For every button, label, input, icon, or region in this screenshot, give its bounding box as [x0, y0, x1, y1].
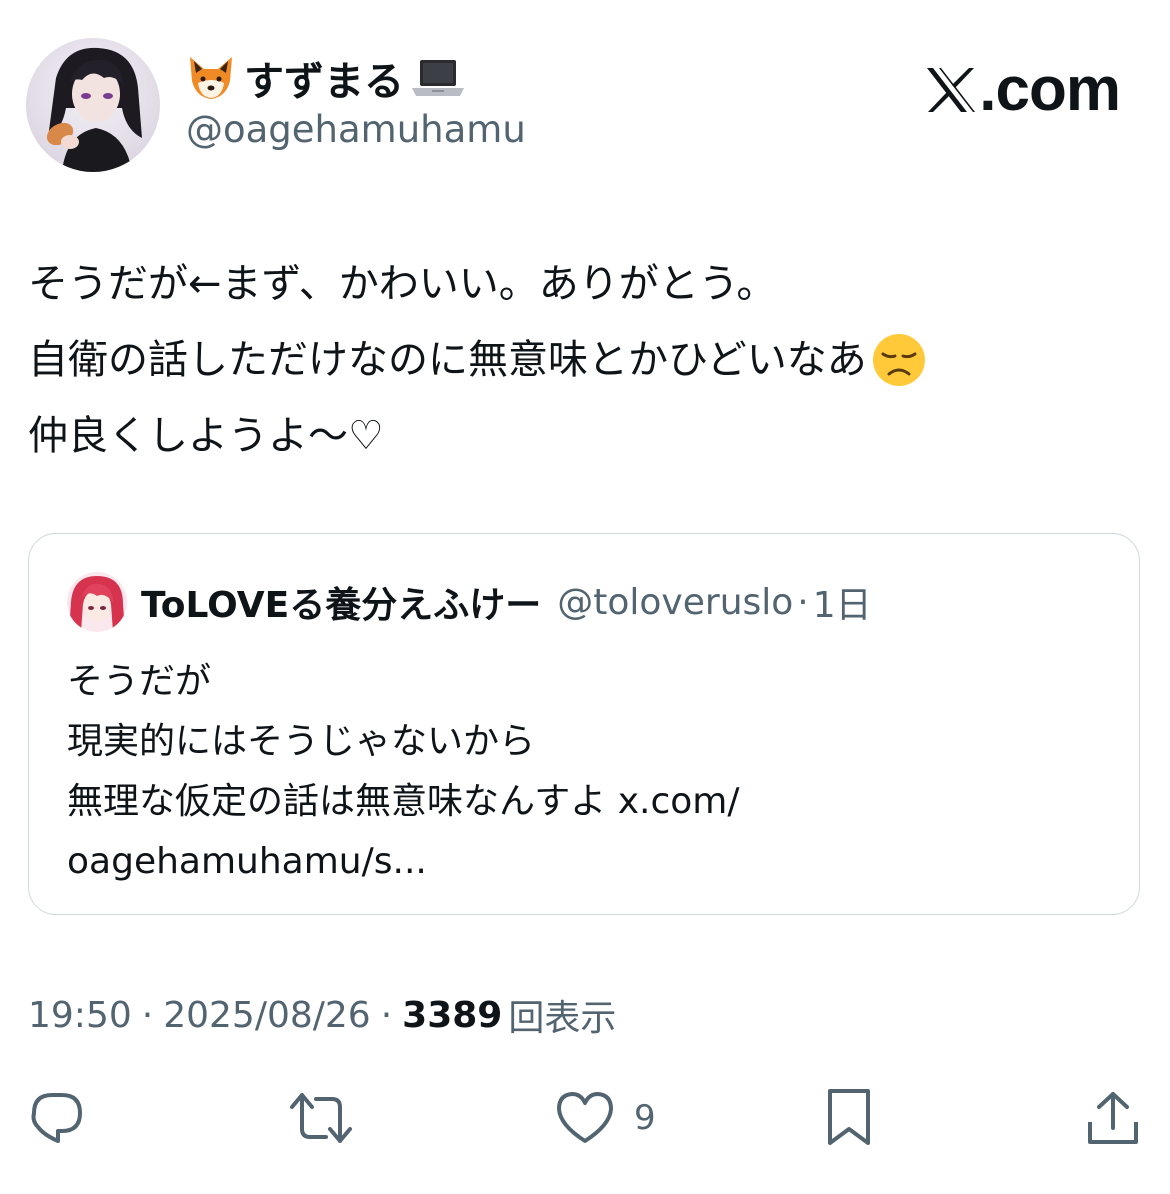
views-label: 回表示 [508, 998, 617, 1039]
quoted-author-avatar[interactable] [67, 572, 127, 632]
reply-icon [31, 1093, 82, 1143]
laptop-emoji-icon [410, 58, 466, 98]
like-button[interactable]: 9 [554, 1086, 656, 1150]
quoted-tweet-body: そうだが 現実的にはそうじゃないから 無理な仮定の話は無意味なんすよ x.com… [67, 652, 740, 892]
author-handle[interactable]: @oagehamuhamu [186, 108, 526, 151]
meta-separator: · [141, 994, 154, 1036]
like-icon [557, 1092, 613, 1143]
share-icon [1088, 1092, 1138, 1144]
action-bar: 9 [0, 1086, 1170, 1150]
share-button[interactable] [1084, 1086, 1142, 1150]
tweet-line: 自衛の話しただけなのに無意味とかひどいなあ [28, 322, 1138, 398]
tweet-line-text: 自衛の話しただけなのに無意味とかひどいなあ [28, 337, 867, 383]
bookmark-icon [828, 1089, 870, 1145]
author-avatar[interactable] [26, 38, 160, 172]
retweet-button[interactable] [288, 1086, 354, 1150]
quoted-separator: · [797, 581, 809, 623]
quoted-line: oagehamuhamu/s... [67, 841, 427, 882]
meta-separator: · [380, 994, 393, 1036]
disappointed-face-emoji-icon [871, 332, 927, 388]
author-display-name[interactable]: すずまる [186, 50, 466, 106]
quoted-line: 無理な仮定の話は無意味なんすよ x.com/ [67, 781, 740, 822]
quoted-tweet-card[interactable]: ToLOVEる養分えふけー @toloveruslo · 1日 そうだが 現実的… [28, 533, 1140, 915]
tweet-line: そうだが←まず、かわいい。ありがとう。 [28, 261, 777, 307]
quoted-time[interactable]: 1日 [813, 576, 872, 628]
brand-text: .com [979, 55, 1121, 124]
display-name-text: すずまる [244, 59, 404, 105]
bookmark-button[interactable] [824, 1086, 874, 1150]
quoted-author-handle[interactable]: @toloveruslo [557, 582, 793, 623]
tweet-time[interactable]: 19:50 [28, 995, 132, 1036]
quoted-line: そうだが [67, 661, 212, 702]
quoted-line: 現実的にはそうじゃないから [67, 721, 536, 762]
tweet-meta: 19:50 · 2025/08/26 · 3389 回表示 [28, 990, 616, 1040]
tweet-date[interactable]: 2025/08/26 [163, 995, 371, 1036]
tweet-line: 仲良くしようよ〜♡ [28, 413, 384, 459]
views-count[interactable]: 3389 [402, 995, 502, 1036]
reply-button[interactable] [28, 1086, 86, 1150]
x-com-brand: .com [925, 54, 1121, 125]
quoted-tweet-header: ToLOVEる養分えふけー @toloveruslo · 1日 [67, 572, 872, 632]
retweet-icon [290, 1093, 352, 1143]
quoted-author-name[interactable]: ToLOVEる養分えふけー [141, 576, 541, 628]
fox-emoji-icon [186, 55, 236, 101]
avatar-image [26, 38, 160, 172]
tweet-text: そうだが←まず、かわいい。ありがとう。 自衛の話しただけなのに無意味とかひどいな… [28, 246, 1138, 474]
like-count: 9 [634, 1098, 656, 1138]
x-logo-icon [927, 67, 976, 112]
